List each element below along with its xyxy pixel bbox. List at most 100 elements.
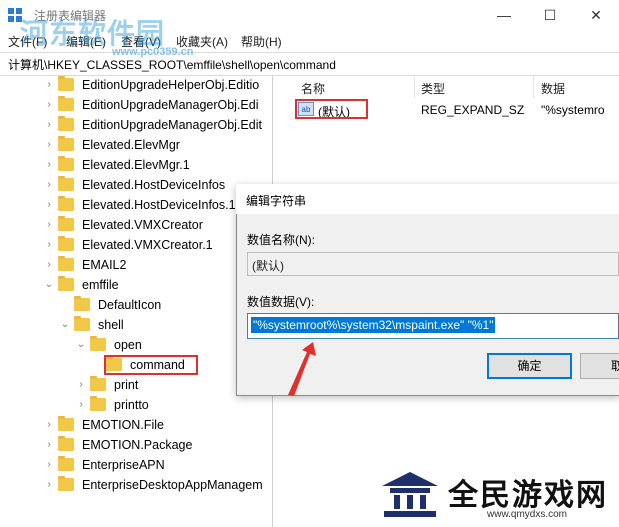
value-name-field (247, 252, 619, 276)
tree-item-label[interactable]: Elevated.HostDeviceInfos.1 (82, 195, 236, 215)
chevron-right-icon[interactable]: › (44, 435, 54, 455)
chevron-right-icon[interactable]: › (44, 215, 54, 235)
tree-item-label[interactable]: EditionUpgradeManagerObj.Edi (82, 95, 259, 115)
column-separator[interactable] (414, 76, 415, 98)
watermark-brand-url: www.qmydxs.com (487, 509, 568, 520)
folder-icon (58, 276, 74, 291)
tree-item[interactable]: › EMAIL2 (0, 255, 272, 275)
maximize-button[interactable]: ☐ (527, 0, 573, 30)
tree-item-label[interactable]: EditionUpgradeHelperObj.Editio (82, 75, 259, 95)
tree-item-label[interactable]: EMAIL2 (82, 255, 126, 275)
tree-item[interactable]: › Elevated.VMXCreator (0, 215, 272, 235)
tree-item[interactable]: › Elevated.VMXCreator.1 (0, 235, 272, 255)
tree-item-label[interactable]: Elevated.ElevMgr (82, 135, 180, 155)
tree-item-label[interactable]: EnterpriseAPN (82, 455, 165, 475)
folder-icon (74, 316, 90, 331)
chevron-right-icon[interactable]: › (44, 235, 54, 255)
folder-icon (58, 116, 74, 131)
tree-item-label[interactable]: DefaultIcon (98, 295, 161, 315)
tree-item-label[interactable]: EMOTION.Package (82, 435, 192, 455)
tree-item-label[interactable]: open (114, 335, 142, 355)
chevron-down-icon[interactable]: ⌄ (76, 335, 86, 355)
tree-item-label[interactable]: EnterpriseDesktopAppManagem (82, 475, 263, 495)
tree-item[interactable]: › EditionUpgradeHelperObj.Editio (0, 75, 272, 95)
chevron-right-icon[interactable]: › (44, 135, 54, 155)
tree-item-label[interactable]: Elevated.VMXCreator.1 (82, 235, 213, 255)
chevron-right-icon[interactable]: › (44, 195, 54, 215)
chevron-right-icon[interactable]: › (44, 475, 54, 495)
chevron-right-icon[interactable]: › (44, 255, 54, 275)
chevron-down-icon[interactable]: ⌄ (44, 275, 54, 295)
menu-help[interactable]: 帮助(H) (241, 33, 282, 50)
tree-item[interactable]: › print (0, 375, 272, 395)
chevron-right-icon[interactable]: › (44, 75, 54, 95)
value-data: "%systemro (541, 103, 605, 117)
tree-item[interactable]: › EMOTION.Package (0, 435, 272, 455)
folder-icon (90, 336, 106, 351)
address-path[interactable]: 计算机\HKEY_CLASSES_ROOT\emffile\shell\open… (8, 56, 336, 73)
chevron-right-icon[interactable]: › (44, 155, 54, 175)
tree-item[interactable]: › Elevated.ElevMgr (0, 135, 272, 155)
folder-icon (58, 176, 74, 191)
value-name-label: 数值名称(N): (247, 233, 315, 247)
folder-icon (58, 436, 74, 451)
chevron-right-icon[interactable]: › (44, 115, 54, 135)
folder-icon (58, 476, 74, 491)
tree-item-label[interactable]: shell (98, 315, 124, 335)
tree-item[interactable]: › EnterpriseAPN (0, 455, 272, 475)
tree-item[interactable]: › EditionUpgradeManagerObj.Edit (0, 115, 272, 135)
column-header-name[interactable]: 名称 (301, 80, 325, 97)
folder-icon (58, 256, 74, 271)
value-data-selected-text[interactable]: "%systemroot%\system32\mspaint.exe" "%1" (251, 317, 496, 333)
watermark-url: www.pc0359.cn (112, 46, 194, 58)
column-header-type[interactable]: 类型 (421, 80, 445, 97)
tree-item[interactable]: ⌄ emffile (0, 275, 272, 295)
tree-item[interactable]: › EditionUpgradeManagerObj.Edi (0, 95, 272, 115)
annotation-arrow-icon (288, 342, 316, 396)
chevron-right-icon[interactable]: › (76, 395, 86, 415)
column-header-data[interactable]: 数据 (541, 80, 565, 97)
value-type: REG_EXPAND_SZ (421, 103, 525, 117)
chevron-right-icon[interactable]: › (44, 455, 54, 475)
tree-item[interactable]: › Elevated.HostDeviceInfos.1 (0, 195, 272, 215)
temple-logo-icon (382, 472, 438, 517)
tree-item[interactable]: › printto (0, 395, 272, 415)
tree-item-label[interactable]: print (114, 375, 138, 395)
tree-item-label[interactable]: Elevated.VMXCreator (82, 215, 203, 235)
folder-icon (58, 456, 74, 471)
tree-item[interactable]: DefaultIcon (0, 295, 272, 315)
folder-icon (90, 396, 106, 411)
tree-item-label[interactable]: EditionUpgradeManagerObj.Edit (82, 115, 262, 135)
watermark-brand: 全民游戏网 (448, 478, 608, 513)
tree-item[interactable]: › EnterpriseDesktopAppManagem (0, 475, 272, 495)
chevron-right-icon[interactable]: › (76, 375, 86, 395)
tree-item[interactable]: › EMOTION.File (0, 415, 272, 435)
chevron-right-icon[interactable]: › (44, 415, 54, 435)
folder-icon (58, 196, 74, 211)
tree-item-label[interactable]: printto (114, 395, 149, 415)
close-button[interactable]: ✕ (573, 0, 619, 30)
minimize-button[interactable]: — (481, 0, 527, 30)
tree-item[interactable]: › Elevated.HostDeviceInfos (0, 175, 272, 195)
highlight-box (104, 355, 198, 375)
folder-icon (58, 96, 74, 111)
chevron-right-icon[interactable]: › (44, 175, 54, 195)
tree-item[interactable]: ⌄ shell (0, 315, 272, 335)
tree-item[interactable]: › Elevated.ElevMgr.1 (0, 155, 272, 175)
folder-icon (58, 136, 74, 151)
chevron-right-icon[interactable]: › (44, 95, 54, 115)
dialog-title: 编辑字符串 (246, 194, 307, 208)
tree-item-label[interactable]: Elevated.ElevMgr.1 (82, 155, 190, 175)
chevron-down-icon[interactable]: ⌄ (60, 315, 70, 335)
tree-item-label[interactable]: emffile (82, 275, 119, 295)
cancel-button[interactable]: 取 (580, 353, 619, 379)
highlight-box (295, 99, 368, 119)
folder-icon (58, 76, 74, 91)
tree-item-label[interactable]: EMOTION.File (82, 415, 164, 435)
ok-button[interactable]: 确定 (487, 353, 572, 379)
folder-icon (58, 216, 74, 231)
registry-tree[interactable]: › EditionUpgradeHelperObj.Editio › EditionU… (0, 75, 273, 527)
tree-item[interactable]: ⌄ open (0, 335, 272, 355)
column-separator[interactable] (533, 76, 534, 98)
tree-item-label[interactable]: Elevated.HostDeviceInfos (82, 175, 225, 195)
